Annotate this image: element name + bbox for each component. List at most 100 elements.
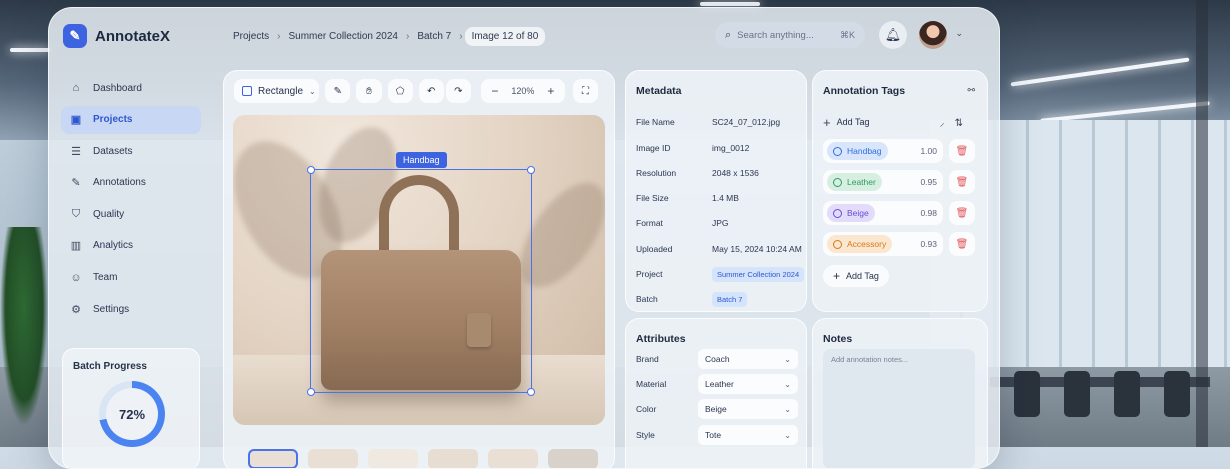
thumbnail[interactable] bbox=[368, 449, 418, 468]
tag-score: 0.95 bbox=[920, 177, 937, 187]
style-select[interactable]: Tote ⌄ bbox=[698, 425, 798, 445]
breadcrumb-batch[interactable]: Batch 7 bbox=[411, 31, 457, 42]
datasets-icon: ☰ bbox=[71, 145, 81, 158]
tag-row: Leather 0.95 🗑︎ bbox=[823, 170, 975, 194]
metadata-key: Format bbox=[636, 218, 663, 228]
tag-item[interactable]: Handbag 1.00 bbox=[823, 139, 943, 163]
analytics-icon: ▥ bbox=[70, 240, 82, 253]
bell-icon: 🔔︎ bbox=[884, 27, 902, 42]
resize-handle[interactable] bbox=[307, 166, 315, 174]
tag-label: Leather bbox=[847, 177, 876, 187]
resize-handle[interactable] bbox=[307, 388, 315, 396]
resize-handle[interactable] bbox=[527, 388, 535, 396]
pan-tool-button[interactable]: ✋︎ bbox=[356, 79, 382, 103]
annotation-canvas[interactable]: Handbag bbox=[233, 115, 605, 425]
tag-icon bbox=[833, 208, 842, 218]
thumbnail[interactable] bbox=[308, 449, 358, 468]
chevron-down-icon: ⌄ bbox=[309, 86, 316, 96]
thumbnail[interactable] bbox=[548, 449, 598, 468]
metadata-key: Batch bbox=[636, 294, 658, 304]
settings-icon: ⚙ bbox=[71, 303, 81, 316]
trash-icon: 🗑︎ bbox=[955, 238, 969, 250]
magic-wand-icon[interactable]: ⚯ bbox=[967, 85, 975, 96]
resize-handle[interactable] bbox=[527, 166, 535, 174]
fullscreen-icon: ⛶ bbox=[581, 85, 589, 97]
sidebar-item-quality[interactable]: ⛉ Quality bbox=[61, 200, 201, 228]
tag-item[interactable]: Leather 0.95 bbox=[823, 170, 943, 194]
tag-chip: Beige bbox=[827, 204, 875, 222]
shape-select[interactable]: Rectangle ⌄ bbox=[234, 79, 320, 103]
batch-progress-card: Batch Progress 72% bbox=[62, 348, 200, 468]
delete-tag-button[interactable]: 🗑︎ bbox=[949, 170, 975, 194]
redo-button[interactable]: ↷ bbox=[445, 79, 471, 103]
sidebar-item-annotations[interactable]: ✎ Annotations bbox=[61, 169, 201, 197]
tag-row: Beige 0.98 🗑︎ bbox=[823, 201, 975, 225]
search-icon: ⌕ bbox=[725, 28, 732, 41]
search-input[interactable]: ⌕ Search anything... ⌘K bbox=[715, 22, 865, 48]
sort-icon[interactable]: ⇅ bbox=[955, 118, 973, 129]
batch-progress-ring: 72% bbox=[99, 381, 165, 447]
delete-tag-button[interactable]: 🗑︎ bbox=[949, 232, 975, 256]
thumbnail[interactable] bbox=[428, 449, 478, 468]
trash-icon: 🗑︎ bbox=[955, 145, 969, 157]
polygon-icon: ⬠ bbox=[395, 85, 405, 97]
brand-logo-icon: ✎ bbox=[63, 24, 87, 48]
attribute-row: Color Beige ⌄ bbox=[636, 399, 798, 419]
rectangle-icon bbox=[242, 86, 252, 96]
thumbnail[interactable] bbox=[488, 449, 538, 468]
projects-icon: ▣ bbox=[70, 114, 82, 127]
zoom-in-button[interactable]: + bbox=[541, 84, 561, 98]
tag-item[interactable]: Beige 0.98 bbox=[823, 201, 943, 225]
batch-badge[interactable]: Batch 7 bbox=[712, 291, 748, 307]
attribute-key: Material bbox=[636, 379, 667, 389]
zoom-control: − 120% + bbox=[480, 79, 565, 103]
delete-tag-button[interactable]: 🗑︎ bbox=[949, 139, 975, 163]
avatar[interactable] bbox=[919, 21, 947, 49]
material-select[interactable]: Leather ⌄ bbox=[698, 374, 798, 394]
color-select[interactable]: Beige ⌄ bbox=[698, 399, 798, 419]
metadata-key: File Name bbox=[636, 117, 675, 127]
zoom-out-button[interactable]: − bbox=[485, 84, 505, 98]
plus-icon: + bbox=[823, 114, 831, 130]
sidebar-item-datasets[interactable]: ☰ Datasets bbox=[61, 137, 201, 165]
add-tag-button-bottom[interactable]: + Add Tag bbox=[823, 265, 889, 287]
batch-progress-value: 72% bbox=[106, 388, 158, 440]
metadata-title: Metadata bbox=[636, 85, 682, 97]
breadcrumb: Projects › Summer Collection 2024 › Batc… bbox=[227, 24, 546, 48]
project-badge[interactable]: Summer Collection 2024 bbox=[712, 266, 805, 282]
pen-tool-button[interactable]: ✎ bbox=[325, 79, 351, 103]
chevron-down-icon: ⌄ bbox=[784, 379, 791, 389]
attribute-row: Brand Coach ⌄ bbox=[636, 349, 798, 369]
sidebar-item-analytics[interactable]: ▥ Analytics bbox=[61, 232, 201, 260]
paint-icon[interactable]: ⸝ bbox=[940, 118, 955, 129]
metadata-value: 2048 x 1536 bbox=[712, 168, 759, 178]
metadata-key: File Size bbox=[636, 193, 669, 203]
notes-title: Notes bbox=[823, 333, 853, 345]
breadcrumb-projects[interactable]: Projects bbox=[227, 31, 275, 42]
sidebar-nav: ⌂ Dashboard ▣ Projects ☰ Datasets ✎ Anno… bbox=[61, 74, 201, 327]
polygon-tool-button[interactable]: ⬠ bbox=[387, 79, 413, 103]
notifications-button[interactable]: 🔔︎ bbox=[879, 21, 907, 49]
tag-label: Beige bbox=[847, 208, 869, 218]
brand-select[interactable]: Coach ⌄ bbox=[698, 349, 798, 369]
add-tag-button[interactable]: + Add Tag bbox=[823, 113, 869, 131]
sidebar-item-projects[interactable]: ▣ Projects bbox=[61, 105, 201, 134]
sidebar-item-settings[interactable]: ⚙ Settings bbox=[61, 295, 201, 323]
sidebar-item-label: Settings bbox=[93, 303, 130, 315]
bounding-box[interactable] bbox=[307, 166, 535, 396]
breadcrumb-collection[interactable]: Summer Collection 2024 bbox=[282, 31, 404, 42]
tag-item[interactable]: Accessory 0.93 bbox=[823, 232, 943, 256]
sidebar-item-team[interactable]: ☺ Team bbox=[61, 264, 201, 292]
brand[interactable]: ✎ AnnotateX bbox=[63, 24, 170, 48]
chevron-down-icon[interactable]: ⌄ bbox=[955, 28, 963, 39]
sidebar-item-dashboard[interactable]: ⌂ Dashboard bbox=[61, 74, 201, 102]
brand-name: AnnotateX bbox=[95, 27, 170, 45]
delete-tag-button[interactable]: 🗑︎ bbox=[949, 201, 975, 225]
chevron-right-icon: › bbox=[405, 30, 410, 42]
undo-button[interactable]: ↶ bbox=[418, 79, 444, 103]
sidebar-item-label: Quality bbox=[93, 208, 125, 220]
thumbnail[interactable] bbox=[248, 449, 298, 468]
notes-textarea[interactable]: Add annotation notes... bbox=[823, 349, 975, 468]
tag-chip: Handbag bbox=[827, 142, 888, 160]
fullscreen-button[interactable]: ⛶ bbox=[572, 79, 599, 103]
